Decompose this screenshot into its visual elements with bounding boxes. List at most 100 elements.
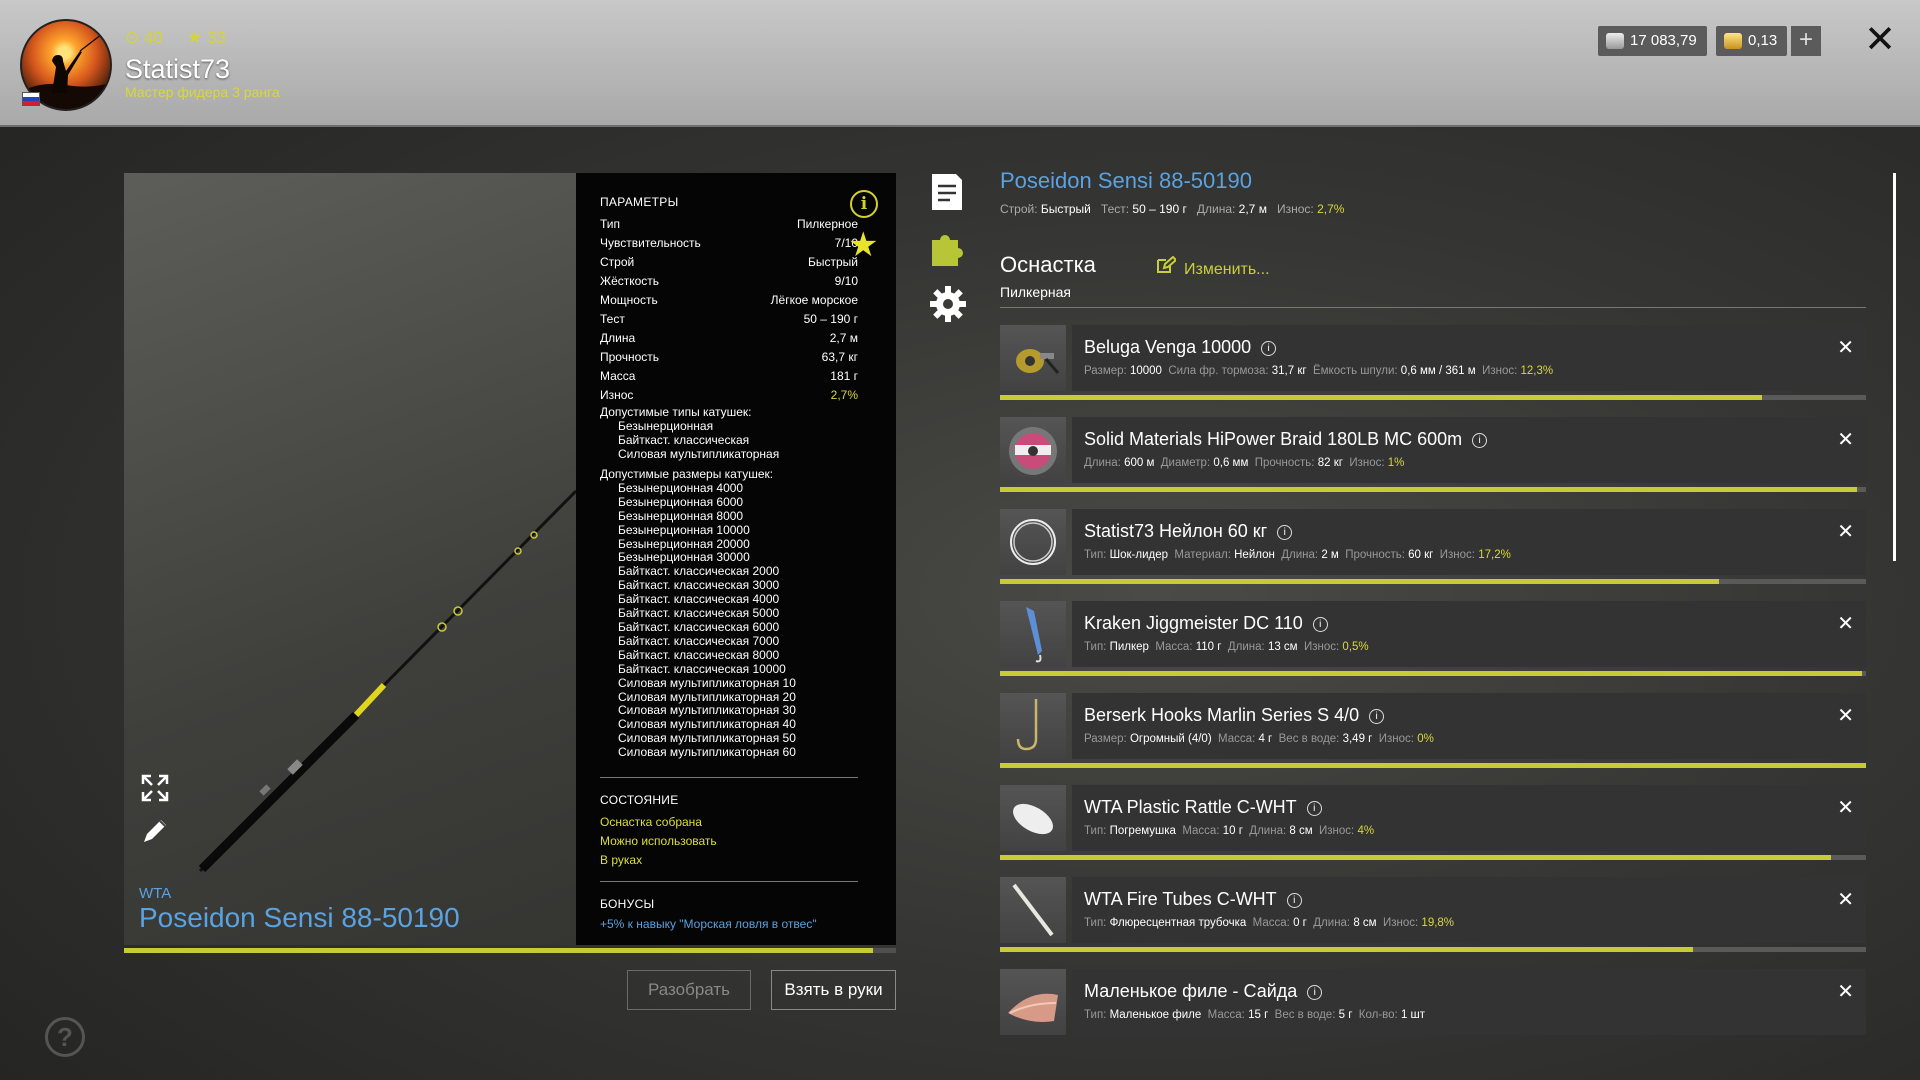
param-row: Чувствительность 7/10	[600, 236, 858, 254]
favorite-star-icon[interactable]: ★	[848, 228, 878, 262]
coin-count: 40	[143, 28, 163, 47]
remove-item-icon[interactable]: ✕	[1837, 703, 1854, 728]
document-icon[interactable]	[928, 172, 966, 212]
info-icon[interactable]: i	[1306, 801, 1322, 816]
add-currency-button[interactable]: +	[1791, 26, 1821, 56]
item-box[interactable]: WTA Plastic Rattle C-WHT i Тип: Погремушка…	[1072, 785, 1866, 851]
list-item: Силовая мультипликаторная 20	[618, 689, 796, 704]
info-icon[interactable]: i	[1312, 617, 1328, 632]
info-icon[interactable]: i	[1277, 525, 1293, 540]
remove-item-icon[interactable]: ✕	[1837, 335, 1854, 360]
scrollbar[interactable]	[1893, 173, 1896, 561]
list-item: Силовая мультипликаторная 50	[618, 731, 796, 746]
russia-flag-icon	[22, 92, 40, 106]
item-specs: Длина: 600 м Диаметр: 0,6 мм Прочность: …	[1084, 457, 1411, 469]
state-item: Можно использовать	[600, 834, 717, 848]
coin-stat: ⊙ 40	[125, 28, 163, 47]
list-item: Байткаст. классическая 5000	[618, 606, 780, 621]
remove-item-icon[interactable]: ✕	[1837, 519, 1854, 544]
item-wear-fill	[1000, 395, 1763, 400]
param-key: Строй	[600, 255, 635, 269]
rig-item[interactable]: Berserk Hooks Marlin Series S 4/0 i Размер…	[1000, 693, 1866, 768]
rod-summary: Строй: Быстрый Тест: 50 – 190 г Длина: 2…	[1000, 202, 1344, 216]
bonus-heading: БОНУСЫ	[600, 897, 655, 911]
length-label: Длина:	[1196, 202, 1236, 216]
user-stats: ⊙ 40 ★ 33	[125, 28, 250, 48]
param-row: Мощность Лёгкое морское	[600, 293, 858, 311]
param-value: Лёгкое морское	[770, 293, 858, 307]
remove-item-icon[interactable]: ✕	[1837, 979, 1854, 1004]
gold-coin-icon	[1724, 33, 1742, 49]
params-heading: ПАРАМЕТРЫ	[600, 195, 679, 209]
remove-item-icon[interactable]: ✕	[1837, 887, 1854, 912]
param-row: Длина 2,7 м	[600, 331, 858, 349]
rig-item[interactable]: Statist73 Нейлон 60 кг i Тип: Шок-лидер Ма…	[1000, 509, 1866, 584]
list-item: Байткаст. классическая 4000	[618, 592, 780, 607]
pen-icon[interactable]	[140, 816, 170, 846]
item-title: WTA Plastic Rattle C-WHT	[1084, 797, 1297, 817]
spec-value: 0,5%	[1342, 641, 1369, 653]
item-box[interactable]: Berserk Hooks Marlin Series S 4/0 i Размер…	[1072, 693, 1866, 759]
star-count: 33	[206, 28, 226, 47]
rig-item[interactable]: Beluga Venga 10000 i Размер: 10000 Сила фр…	[1000, 325, 1866, 400]
list-item: Безынерционная 8000	[618, 508, 744, 523]
rig-item[interactable]: Маленькое филе - Сайда i Тип: Маленькое фи…	[1000, 969, 1866, 1035]
list-item: Байткаст. классическая	[618, 432, 750, 447]
list-item: Байткаст. классическая 6000	[618, 619, 780, 634]
help-icon[interactable]: ?	[45, 1017, 85, 1057]
spec-label: Тип:	[1084, 549, 1107, 561]
param-value: 63,7 кг	[821, 350, 858, 364]
gold-value: 0,13	[1748, 32, 1778, 49]
take-in-hands-button[interactable]: Взять в руки	[771, 970, 896, 1010]
info-icon[interactable]: i	[1307, 985, 1323, 1000]
rig-item[interactable]: Kraken Jiggmeister DC 110 i Тип: Пилкер Ма…	[1000, 601, 1866, 676]
item-box[interactable]: Beluga Venga 10000 i Размер: 10000 Сила фр…	[1072, 325, 1866, 391]
item-specs: Размер: 10000 Сила фр. тормоза: 31,7 кг …	[1084, 365, 1560, 377]
spec-value: Огромный (4/0)	[1129, 733, 1212, 745]
spec-value: 4 г	[1258, 733, 1273, 745]
info-icon[interactable]: i	[1369, 709, 1385, 724]
rig-item[interactable]: Solid Materials HiPower Braid 180LB MC 6…	[1000, 417, 1866, 492]
expand-icon[interactable]	[140, 773, 170, 803]
info-icon[interactable]: i	[1286, 893, 1302, 908]
remove-item-icon[interactable]: ✕	[1837, 611, 1854, 636]
rig-item[interactable]: WTA Fire Tubes C-WHT i Тип: Флюресцентная …	[1000, 877, 1866, 952]
list-item: Безынерционная 4000	[618, 480, 744, 495]
item-box[interactable]: Solid Materials HiPower Braid 180LB MC 6…	[1072, 417, 1866, 483]
puzzle-icon[interactable]	[928, 228, 966, 268]
silver-balance: 17 083,79	[1598, 26, 1707, 56]
item-box[interactable]: WTA Fire Tubes C-WHT i Тип: Флюресцентная …	[1072, 877, 1866, 943]
spec-value: 10 г	[1222, 825, 1243, 837]
spec-value: 60 кг	[1408, 549, 1434, 561]
item-box[interactable]: Kraken Jiggmeister DC 110 i Тип: Пилкер Ма…	[1072, 601, 1866, 667]
rig-item[interactable]: WTA Plastic Rattle C-WHT i Тип: Погремушка…	[1000, 785, 1866, 860]
spec-label: Кол-во:	[1358, 1009, 1398, 1021]
list-item: Безынерционная 10000	[618, 522, 750, 537]
silver-value: 17 083,79	[1630, 32, 1697, 49]
edit-rig-button[interactable]: Изменить...	[1156, 256, 1270, 279]
info-icon[interactable]: i	[1472, 433, 1488, 448]
gold-balance: 0,13	[1716, 26, 1788, 56]
remove-item-icon[interactable]: ✕	[1837, 795, 1854, 820]
item-specs: Тип: Шок-лидер Материал: Нейлон Длина: 2…	[1084, 549, 1517, 561]
info-icon[interactable]: i	[850, 190, 878, 218]
close-icon[interactable]: ✕	[1862, 20, 1898, 60]
info-icon[interactable]: i	[1261, 341, 1277, 356]
gear-icon[interactable]	[928, 284, 968, 324]
spec-label: Длина:	[1313, 917, 1351, 929]
remove-item-icon[interactable]: ✕	[1837, 427, 1854, 452]
item-specs: Тип: Пилкер Масса: 110 г Длина: 13 см Из…	[1084, 641, 1375, 653]
item-wear-bar	[1000, 947, 1866, 952]
item-box[interactable]: Маленькое филе - Сайда i Тип: Маленькое фи…	[1072, 969, 1866, 1035]
param-row: Жёсткость 9/10	[600, 274, 858, 292]
item-specs: Тип: Флюресцентная трубочка Масса: 0 г Д…	[1084, 917, 1460, 929]
state-item: Оснастка собрана	[600, 815, 702, 829]
disassemble-button[interactable]: Разобрать	[627, 970, 751, 1010]
spec-value: 12,3%	[1520, 365, 1554, 377]
divider	[1000, 307, 1866, 308]
spec-label: Масса:	[1207, 1009, 1245, 1021]
spec-value: 8 см	[1289, 825, 1313, 837]
item-box[interactable]: Statist73 Нейлон 60 кг i Тип: Шок-лидер Ма…	[1072, 509, 1866, 575]
rod-title: Poseidon Sensi 88-50190	[1000, 168, 1252, 193]
divider	[600, 777, 858, 778]
